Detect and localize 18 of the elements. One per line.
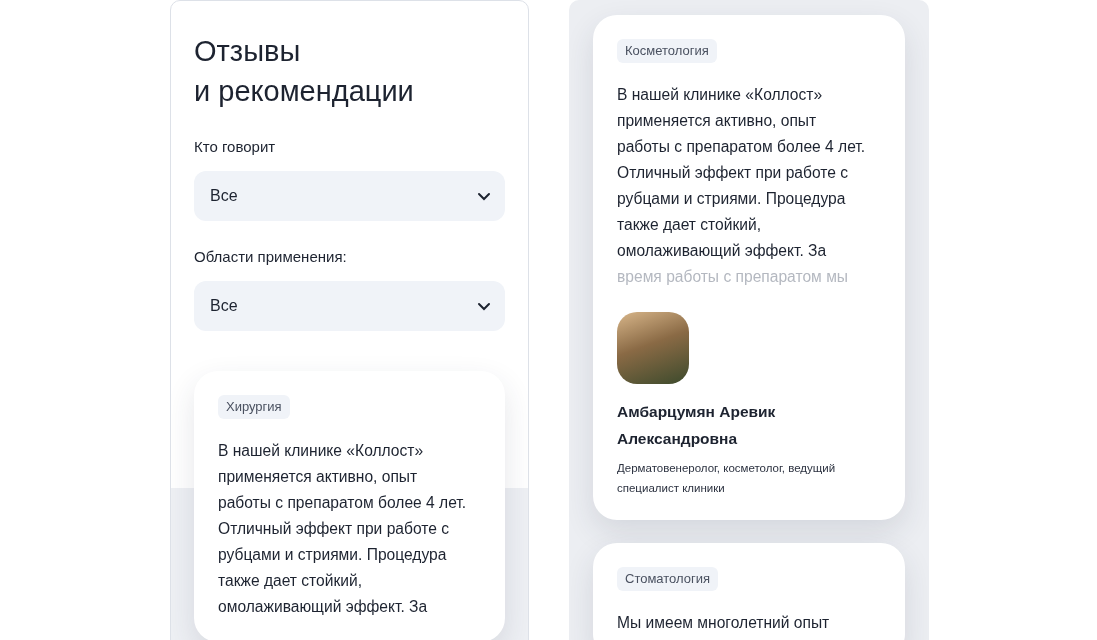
chevron-down-icon	[477, 191, 491, 201]
filter-label: Кто говорит	[194, 137, 277, 157]
chevron-down-icon	[477, 301, 491, 311]
author-name: Амбарцумян Аревик Александровна	[617, 402, 777, 449]
category-tag: Хирургия	[218, 395, 290, 419]
page-title: и рекомендации	[194, 74, 415, 109]
filter-dropdown[interactable]: Все	[194, 281, 505, 331]
photo-placeholder	[617, 312, 689, 384]
author-role: Дерматовенеролог, косметолог, ведущий специалист клиники	[617, 461, 837, 496]
filter-dropdown[interactable]: Все	[194, 171, 505, 221]
category-tag: Стоматология	[617, 567, 719, 591]
category-tag: Косметология	[617, 39, 717, 63]
review-text: Мы имеем многолетний опыт	[617, 613, 831, 633]
faded-review-text: время работы с препаратом мы	[617, 267, 849, 287]
filter-label: Области применения:	[194, 247, 348, 267]
review-text: В нашей клинике «Коллост» применяется активно, опыт работы с препаратом более 4 лет. Отличный эффект при работе с рубцами и стриями. Процедура также дает стойкий, омолаживающий эффект. За	[218, 441, 468, 617]
page-title: Отзывы	[194, 34, 302, 69]
review-text: В нашей клинике «Коллост» применяется активно, опыт работы с препаратом более 4 лет. Отличный эффект при работе с рубцами и стриями. Процедура также дает стойкий, омолаживающий эффект. За	[617, 85, 867, 261]
